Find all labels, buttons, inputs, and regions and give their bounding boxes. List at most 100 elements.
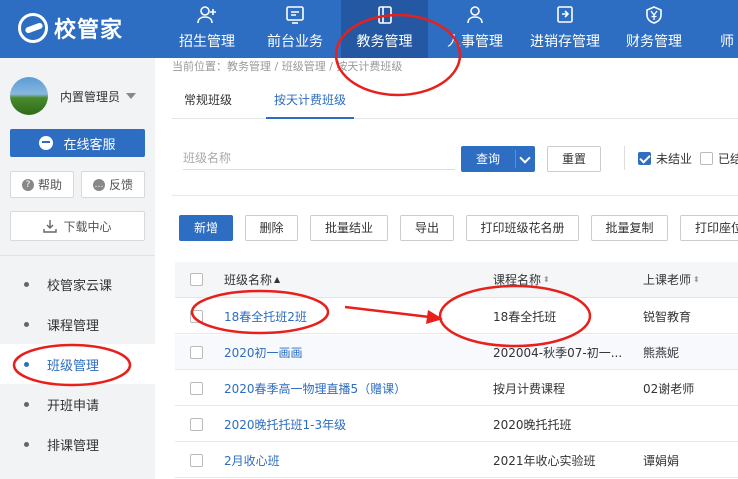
table-header: 班级名称 ▲ 课程名称 ⬍ 上课老师 ⬍	[175, 262, 738, 298]
sidebar-item-schedule-management[interactable]: 排课管理	[0, 424, 155, 464]
print-roster-button[interactable]: 打印班级花名册	[466, 215, 579, 241]
column-header-class-name[interactable]: 班级名称 ▲	[224, 262, 280, 297]
nav-label: 教务管理	[356, 34, 413, 50]
person-icon	[467, 6, 483, 24]
checkbox-icon[interactable]	[700, 152, 713, 165]
course-name-cell: 按月计费课程	[493, 381, 566, 396]
sidebar-item-class-application[interactable]: 开班申请	[0, 384, 155, 424]
row-checkbox[interactable]	[190, 417, 203, 431]
table-row[interactable]: 2020晚托托班1-3年级 2020晚托托班	[175, 407, 738, 442]
nav-label: 招生管理	[179, 34, 235, 50]
app-logo[interactable]: 校管家	[18, 12, 123, 44]
chevron-down-icon[interactable]	[519, 152, 531, 164]
teacher-cell: 熊燕妮	[643, 345, 680, 360]
nav-teacher[interactable]: 师	[712, 0, 738, 58]
yen-shield-icon	[646, 6, 662, 24]
course-name-cell: 2021年收心实验班	[493, 453, 596, 468]
column-header-course-name[interactable]: 课程名称 ⬍	[493, 262, 550, 297]
query-button[interactable]: 查询	[461, 146, 535, 172]
nav-hr[interactable]: 人事管理	[432, 0, 518, 58]
nav-label: 人事管理	[447, 34, 503, 50]
sidebar: 内置管理员 在线客服 ? 帮助 … 反馈 下载中心 校管家云课 课程管理 班级管…	[0, 58, 155, 479]
class-name-link[interactable]: 2月收心班	[224, 443, 280, 477]
logo-icon	[18, 13, 48, 43]
sidebar-item-class-management[interactable]: 班级管理	[0, 344, 155, 384]
column-header-teacher[interactable]: 上课老师 ⬍	[643, 262, 700, 297]
class-name-link[interactable]: 2020春季高一物理直播5（赠课）	[224, 371, 406, 405]
help-label: 帮助	[37, 178, 62, 192]
teacher-cell: 谭娟娟	[643, 453, 680, 468]
class-name-input[interactable]	[183, 146, 455, 170]
class-name-link[interactable]: 2020初一画画	[224, 335, 303, 369]
finished-checkbox[interactable]: 已结	[700, 150, 738, 167]
sidebar-item-label: 课程管理	[47, 318, 100, 334]
table-row[interactable]: 2020初一画画 202004-秋季07-初一... 熊燕妮	[175, 335, 738, 370]
nav-inventory[interactable]: 进销存管理	[522, 0, 608, 58]
bullet-icon	[24, 321, 29, 327]
add-button[interactable]: 新增	[179, 215, 233, 241]
tab-bar: 常规班级 按天计费班级	[172, 88, 738, 119]
sidebar-item-label: 排课管理	[47, 438, 100, 454]
row-checkbox[interactable]	[190, 309, 203, 323]
sort-icon: ⬍	[693, 274, 700, 284]
user-name: 内置管理员	[60, 89, 121, 104]
online-service-button[interactable]: 在线客服	[10, 129, 145, 157]
delete-button[interactable]: 删除	[245, 215, 298, 241]
breadcrumb: 当前位置：教务管理 / 班级管理 / 按天计费班级	[172, 60, 403, 73]
batch-copy-button[interactable]: 批量复制	[591, 215, 668, 241]
nav-front-desk[interactable]: 前台业务	[253, 0, 337, 58]
sidebar-item-label: 开班申请	[47, 398, 100, 414]
sidebar-item-label: 校管家云课	[47, 278, 113, 294]
user-menu[interactable]: 内置管理员	[10, 77, 137, 115]
nav-enrollment[interactable]: 招生管理	[165, 0, 249, 58]
select-all-checkbox[interactable]	[190, 273, 203, 286]
nav-finance[interactable]: 财务管理	[612, 0, 696, 58]
finished-label: 已结	[718, 152, 738, 166]
tab-daily-billing-class[interactable]: 按天计费班级	[266, 88, 355, 119]
sidebar-item-cloud-course[interactable]: 校管家云课	[0, 264, 155, 304]
nav-label: 前台业务	[267, 34, 323, 50]
feedback-label: 反馈	[108, 178, 133, 192]
sidebar-item-course-management[interactable]: 课程管理	[0, 304, 155, 344]
row-checkbox[interactable]	[190, 381, 203, 395]
sidebar-divider	[0, 255, 155, 256]
course-name-cell: 202004-秋季07-初一...	[493, 345, 623, 360]
teacher-cell: 02谢老师	[643, 381, 695, 396]
nav-label: 进销存管理	[530, 34, 600, 50]
download-icon	[43, 220, 58, 233]
feedback-button[interactable]: … 反馈	[81, 171, 145, 198]
print-seat-button[interactable]: 打印座位	[680, 215, 738, 241]
column-label: 上课老师	[643, 273, 692, 287]
table-row[interactable]: 2月收心班 2021年收心实验班 谭娟娟	[175, 443, 738, 478]
bullet-icon	[24, 361, 29, 367]
table-row[interactable]: 2020春季高一物理直播5（赠课） 按月计费课程 02谢老师	[175, 371, 738, 406]
filter-divider	[624, 146, 625, 170]
online-service-label: 在线客服	[63, 137, 116, 153]
checkbox-checked-icon[interactable]	[638, 152, 651, 165]
not-finished-label: 未结业	[656, 152, 693, 166]
table-row[interactable]: 18春全托班2班 18春全托班 锐智教育	[175, 299, 738, 334]
tab-regular-class[interactable]: 常规班级	[184, 88, 232, 119]
select-all-cell	[190, 262, 203, 297]
row-checkbox[interactable]	[190, 345, 203, 359]
bullet-icon	[24, 441, 29, 447]
avatar	[10, 77, 48, 115]
teacher-cell: 锐智教育	[643, 309, 692, 324]
monitor-icon	[286, 6, 304, 24]
bullet-icon	[24, 281, 29, 287]
export-button[interactable]: 导出	[400, 215, 454, 241]
help-button[interactable]: ? 帮助	[10, 171, 74, 198]
batch-finish-button[interactable]: 批量结业	[310, 215, 388, 241]
chevron-down-icon	[126, 93, 137, 99]
user-plus-icon	[197, 6, 216, 24]
download-center-button[interactable]: 下载中心	[10, 211, 145, 241]
class-name-link[interactable]: 18春全托班2班	[224, 299, 307, 333]
download-center-label: 下载中心	[63, 219, 112, 234]
section-divider	[172, 195, 738, 196]
class-name-link[interactable]: 2020晚托托班1-3年级	[224, 407, 346, 441]
row-checkbox[interactable]	[190, 453, 203, 467]
not-finished-checkbox[interactable]: 未结业	[638, 150, 692, 167]
course-name-cell: 2020晚托托班	[493, 417, 572, 432]
nav-academic[interactable]: 教务管理	[341, 0, 428, 58]
reset-button[interactable]: 重置	[547, 146, 601, 172]
